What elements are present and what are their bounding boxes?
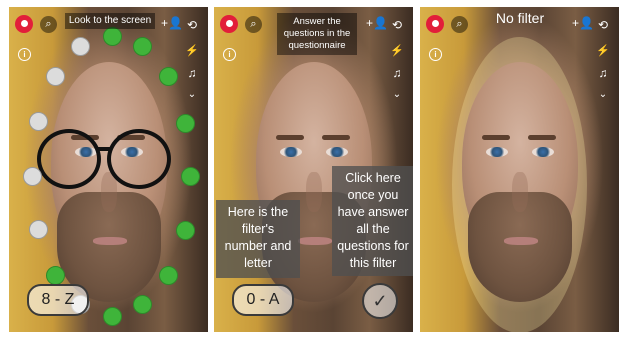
tracking-dot (103, 27, 122, 46)
glasses-bridge (97, 147, 111, 151)
add-friend-icon[interactable]: +👤 (161, 16, 183, 30)
brow (322, 135, 350, 140)
music-icon[interactable]: ♫ (594, 65, 612, 81)
eye (486, 147, 508, 157)
tracking-dot (23, 167, 42, 186)
filter-name-label: No filter (495, 10, 545, 26)
brow (482, 135, 510, 140)
tracking-dot (133, 295, 152, 314)
tracking-dot (176, 221, 195, 240)
tracking-dot (159, 266, 178, 285)
search-icon[interactable]: ⌕ (40, 16, 57, 33)
search-icon[interactable]: ⌕ (245, 16, 262, 33)
callout-check-button: Click here once you have answer all the … (332, 166, 413, 276)
tracking-dot (71, 37, 90, 56)
mouth (504, 237, 538, 245)
music-icon[interactable]: ♫ (183, 65, 201, 81)
flash-icon[interactable]: ⚡ (183, 43, 201, 59)
mouth (93, 237, 127, 245)
eye (532, 147, 554, 157)
info-icon[interactable]: i (223, 48, 236, 61)
nose (306, 172, 322, 212)
nose (512, 172, 528, 212)
avatar-icon[interactable] (426, 15, 444, 33)
lens (107, 129, 171, 189)
check-icon[interactable]: ✓ (362, 283, 398, 319)
tracking-dot (133, 37, 152, 56)
filter-code-badge[interactable]: 0 - A (232, 284, 294, 316)
chevron-down-icon[interactable]: ⌄ (594, 87, 612, 103)
tracking-dot (29, 112, 48, 131)
tracking-dot (46, 67, 65, 86)
lens (37, 129, 101, 189)
add-friend-icon[interactable]: +👤 (572, 16, 594, 30)
filter-code-badge[interactable]: 8 - Z (27, 284, 89, 316)
tracking-dot (159, 67, 178, 86)
music-icon[interactable]: ♫ (388, 65, 406, 81)
tracking-dot (103, 307, 122, 326)
camera-panel-no-filter: ⌕ i No filter +👤 ⟲ ⚡ ♫ ⌄ (420, 7, 619, 332)
instruction-label: Answer the questions in the questionnair… (277, 13, 357, 55)
camera-panel-questionnaire: ⌕ i Answer the questions in the question… (214, 7, 413, 332)
add-friend-icon[interactable]: +👤 (366, 16, 388, 30)
mouth (298, 237, 332, 245)
flash-icon[interactable]: ⚡ (594, 43, 612, 59)
flip-camera-icon[interactable]: ⟲ (388, 17, 406, 33)
eye (326, 147, 348, 157)
callout-filter-code: Here is the filter's number and letter (216, 200, 300, 278)
tracking-dot (46, 266, 65, 285)
instruction-label: Look to the screen (65, 13, 155, 29)
avatar-icon[interactable] (220, 15, 238, 33)
flash-icon[interactable]: ⚡ (388, 43, 406, 59)
eye (280, 147, 302, 157)
brow (276, 135, 304, 140)
flip-camera-icon[interactable]: ⟲ (183, 17, 201, 33)
tracking-dot (29, 220, 48, 239)
chevron-down-icon[interactable]: ⌄ (388, 87, 406, 103)
tracking-dot (181, 167, 200, 186)
flip-camera-icon[interactable]: ⟲ (594, 17, 612, 33)
search-icon[interactable]: ⌕ (451, 16, 468, 33)
tracking-dot (176, 114, 195, 133)
brow (528, 135, 556, 140)
chevron-down-icon[interactable]: ⌄ (183, 87, 201, 103)
avatar-icon[interactable] (15, 15, 33, 33)
info-icon[interactable]: i (18, 48, 31, 61)
info-icon[interactable]: i (429, 48, 442, 61)
camera-panel-look-to-screen: ⌕ i Look to the screen +👤 ⟲ ⚡ ♫ ⌄ 8 - Z (9, 7, 208, 332)
